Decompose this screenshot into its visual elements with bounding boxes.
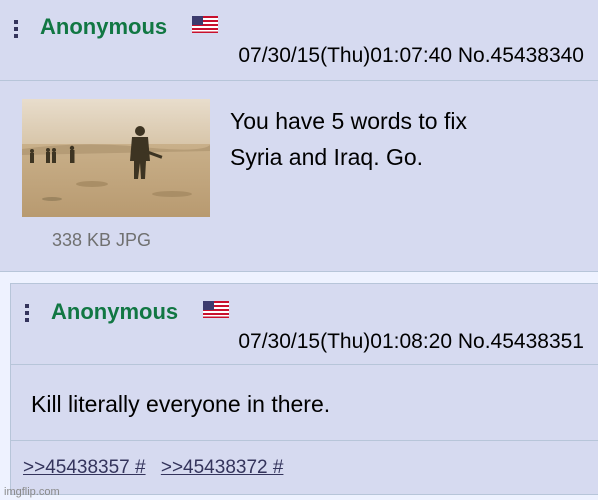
poster-name: Anonymous (51, 299, 179, 324)
op-post: Anonymous 07/30/15(Thu)01:07:40 No.45438… (0, 0, 598, 272)
us-flag-icon (192, 16, 218, 33)
post-text-line: You have 5 words to fix (230, 108, 467, 134)
header-divider (0, 80, 598, 81)
reply-post: Anonymous 07/30/15(Thu)01:08:20 No.45438… (10, 283, 598, 495)
backlink[interactable]: >>45438372 # (161, 457, 284, 478)
post-number-link[interactable]: No.45438351 (458, 330, 584, 353)
poster-name: Anonymous (40, 14, 168, 39)
file-info: 338 KB JPG (52, 230, 152, 250)
header-divider (11, 364, 598, 365)
watermark: imgflip.com (4, 486, 60, 498)
post-text-line: Syria and Iraq. Go. (230, 144, 424, 170)
post-meta: 07/30/15(Thu)01:07:40 No.45438340 (238, 44, 584, 68)
footer-divider (11, 440, 598, 441)
post-datetime: 07/30/15(Thu)01:08:20 (238, 330, 453, 353)
post-number-link[interactable]: No.45438340 (458, 44, 584, 67)
post-meta: 07/30/15(Thu)01:08:20 No.45438351 (238, 330, 584, 354)
post-text: Kill literally everyone in there. (31, 391, 331, 417)
backlinks: >>45438357 # >>45438372 # (23, 457, 293, 479)
post-menu-icon[interactable] (25, 304, 31, 325)
post-menu-icon[interactable] (14, 20, 20, 41)
backlink[interactable]: >>45438357 # (23, 457, 146, 478)
post-thumbnail[interactable] (22, 99, 210, 217)
us-flag-icon (203, 301, 229, 318)
post-datetime: 07/30/15(Thu)01:07:40 (238, 44, 453, 67)
